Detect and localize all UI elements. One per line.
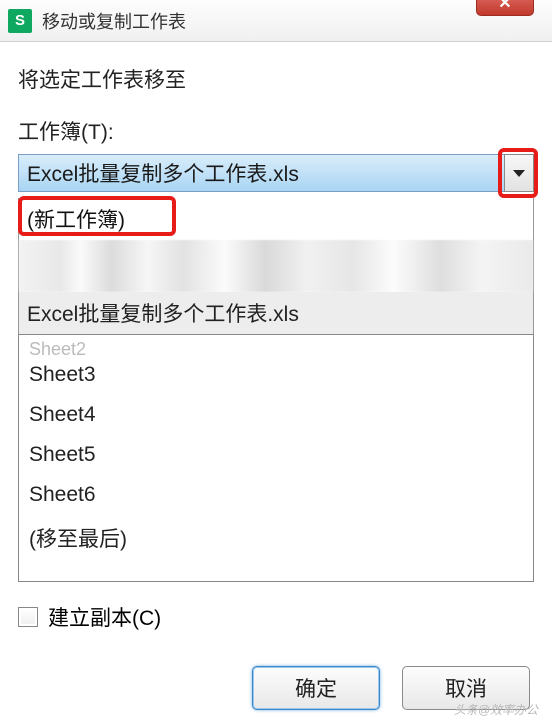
workbook-dropdown[interactable]: Excel批量复制多个工作表.xls <box>18 154 534 192</box>
create-copy-label: 建立副本(C) <box>48 602 161 632</box>
create-copy-checkbox[interactable] <box>18 607 38 627</box>
option-new-workbook[interactable]: (新工作簿) <box>19 198 533 240</box>
option-current-file[interactable]: Excel批量复制多个工作表.xls <box>19 292 533 334</box>
sheet-item[interactable]: Sheet5 <box>19 435 533 475</box>
sheet-item-move-last[interactable]: (移至最后) <box>19 515 533 561</box>
close-icon: ✕ <box>498 0 511 13</box>
option-new-workbook-label: (新工作簿) <box>27 209 125 232</box>
watermark-text: 头条@效率办公 <box>454 701 538 718</box>
sheet-item-partial[interactable]: Sheet2 <box>19 339 533 355</box>
workbook-selected-text: Excel批量复制多个工作表.xls <box>27 158 299 188</box>
titlebar: S 移动或复制工作表 ✕ <box>0 0 552 42</box>
workbook-dropdown-wrap: Excel批量复制多个工作表.xls <box>18 154 534 192</box>
redacted-row <box>19 240 533 292</box>
workbook-label: 工作簿(T): <box>18 116 534 146</box>
sheet-list: Sheet2 Sheet3 Sheet4 Sheet5 Sheet6 (移至最后… <box>18 334 534 582</box>
ok-button[interactable]: 确定 <box>252 666 380 710</box>
option-current-file-label: Excel批量复制多个工作表.xls <box>27 303 299 326</box>
sheet-item[interactable]: Sheet3 <box>19 355 533 395</box>
close-button[interactable]: ✕ <box>476 0 534 16</box>
window-title: 移动或复制工作表 <box>42 8 186 34</box>
sheet-item[interactable]: Sheet4 <box>19 395 533 435</box>
move-to-label: 将选定工作表移至 <box>18 64 534 94</box>
dialog-body: 将选定工作表移至 工作簿(T): Excel批量复制多个工作表.xls (新工作… <box>0 42 552 722</box>
dropdown-arrow-button[interactable] <box>504 154 534 192</box>
workbook-option-list: (新工作簿) Excel批量复制多个工作表.xls <box>18 198 534 335</box>
sheet-item[interactable]: Sheet6 <box>19 475 533 515</box>
app-icon: S <box>8 9 32 33</box>
create-copy-row: 建立副本(C) <box>18 602 534 632</box>
